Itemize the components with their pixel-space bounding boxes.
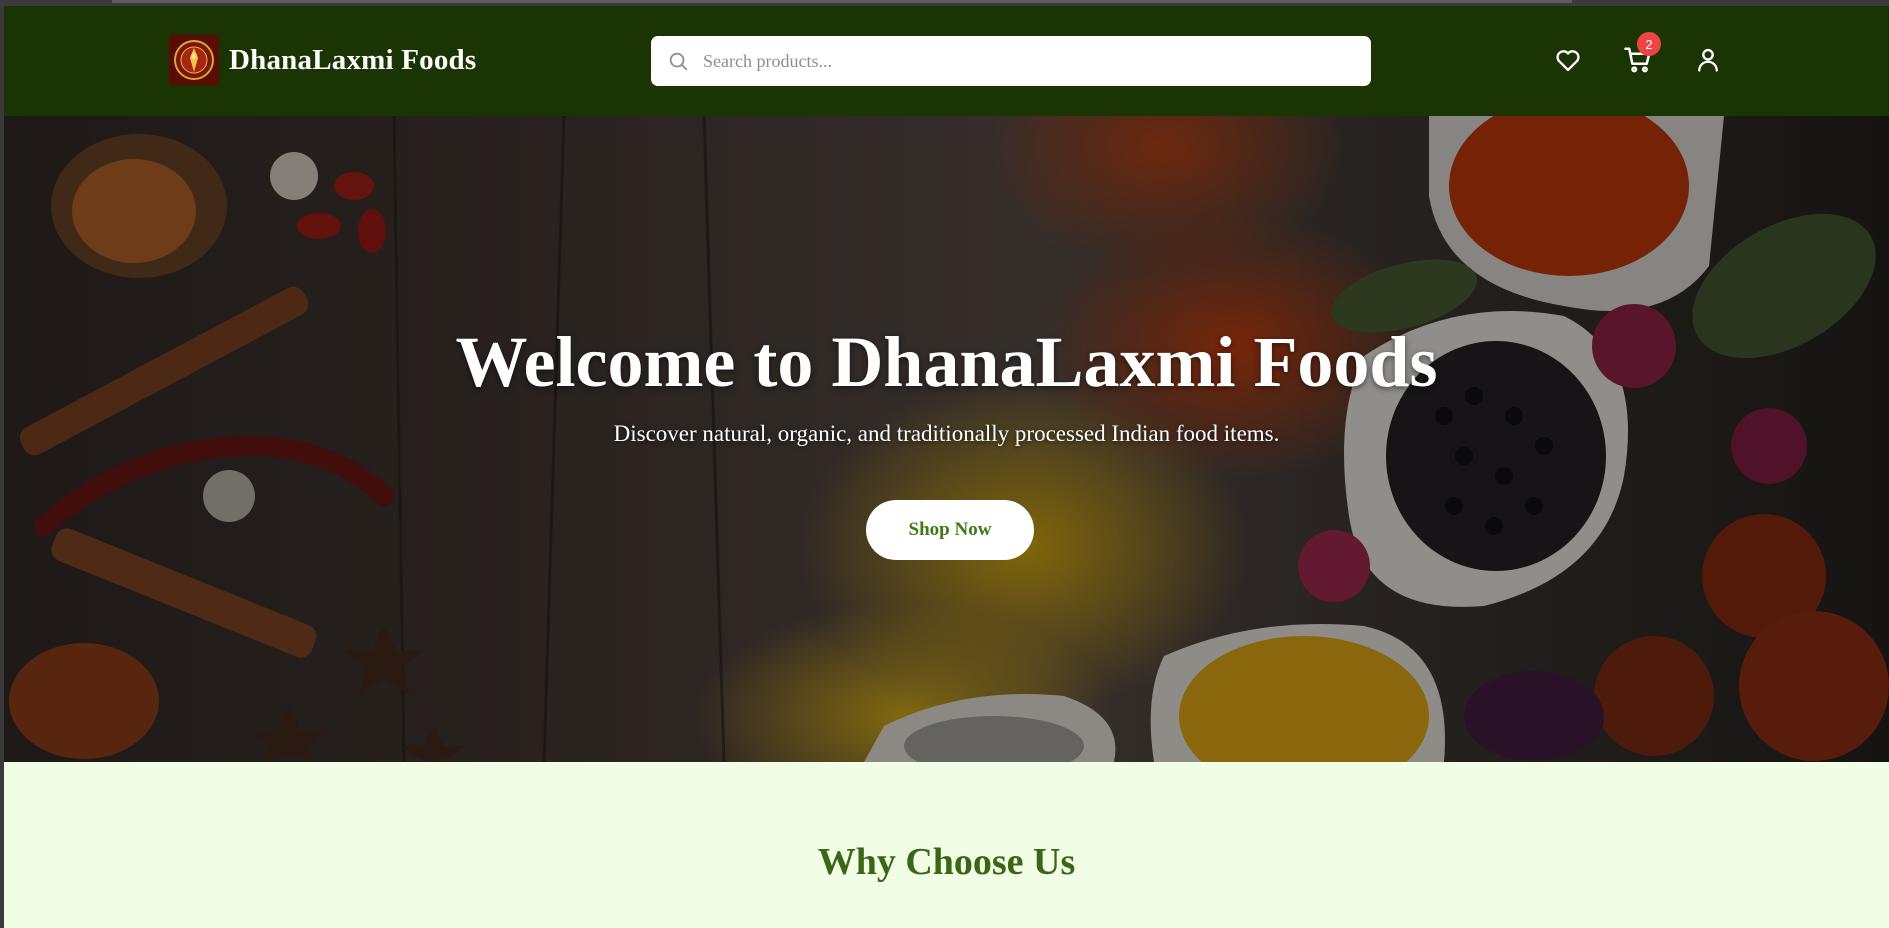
hero-title: Welcome to DhanaLaxmi Foods — [455, 322, 1438, 402]
search-bar[interactable] — [651, 36, 1371, 86]
account-button[interactable] — [1692, 44, 1724, 76]
page: DhanaLaxmi Foods 2 — [4, 6, 1889, 928]
search-icon — [667, 50, 689, 72]
site-header: DhanaLaxmi Foods 2 — [4, 6, 1889, 116]
brand[interactable]: DhanaLaxmi Foods — [169, 35, 476, 85]
brand-logo — [169, 35, 219, 85]
why-choose-us-heading: Why Choose Us — [817, 841, 1076, 883]
heart-icon — [1556, 50, 1580, 72]
logo-emblem-icon — [174, 40, 214, 80]
user-icon — [1698, 48, 1718, 72]
window-top-edge — [112, 0, 1572, 3]
wishlist-button[interactable] — [1552, 44, 1584, 76]
shop-now-button[interactable]: Shop Now — [866, 500, 1034, 560]
brand-name: DhanaLaxmi Foods — [229, 43, 477, 76]
hero-banner: Welcome to DhanaLaxmi Foods Discover nat… — [4, 116, 1889, 762]
cart-count-badge: 2 — [1637, 32, 1661, 56]
hero-subtitle: Discover natural, organic, and tradition… — [613, 421, 1280, 446]
search-input[interactable] — [701, 49, 1345, 73]
